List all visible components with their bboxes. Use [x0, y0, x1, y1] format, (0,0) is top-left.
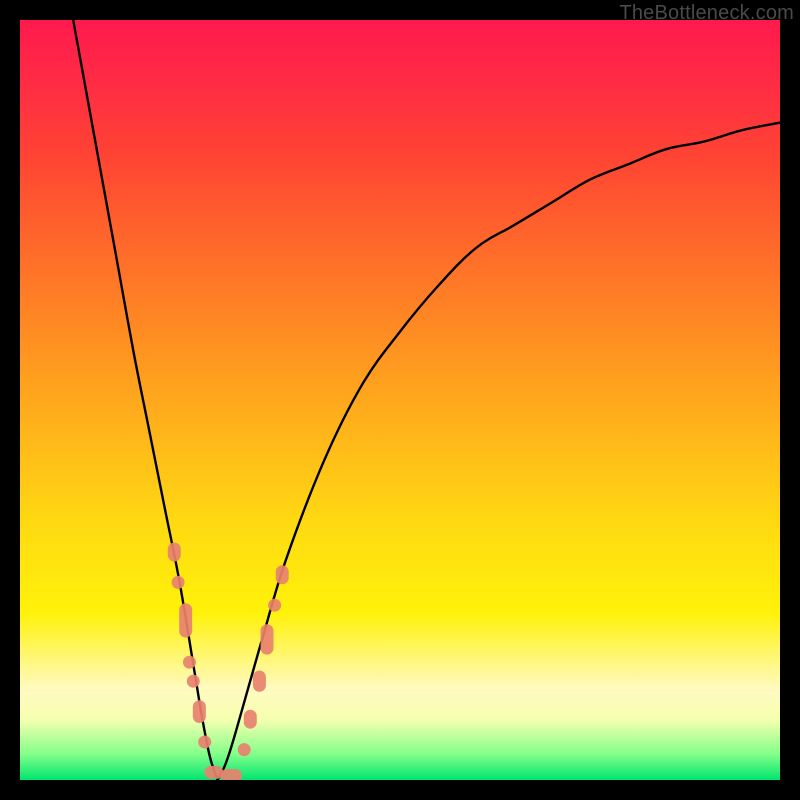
marker-13 [268, 599, 281, 612]
chart-frame: TheBottleneck.com [0, 0, 800, 800]
marker-6 [198, 736, 211, 749]
marker-5 [193, 700, 206, 723]
marker-2 [179, 603, 192, 637]
marker-9 [238, 743, 251, 756]
marker-8 [221, 769, 242, 780]
marker-11 [253, 671, 266, 692]
curve-layer [20, 20, 780, 780]
marker-1 [172, 576, 185, 589]
marker-14 [276, 565, 289, 584]
marker-10 [244, 710, 257, 729]
curve-right-branch [218, 123, 780, 780]
watermark-text: TheBottleneck.com [619, 2, 794, 25]
marker-7 [204, 766, 223, 779]
marker-4 [187, 675, 200, 688]
marker-12 [261, 624, 274, 654]
marker-0 [168, 543, 181, 562]
marker-points [168, 543, 289, 781]
marker-3 [183, 656, 196, 669]
curve-left-branch [73, 20, 217, 780]
bottleneck-curve [73, 20, 780, 780]
plot-area [20, 20, 780, 780]
